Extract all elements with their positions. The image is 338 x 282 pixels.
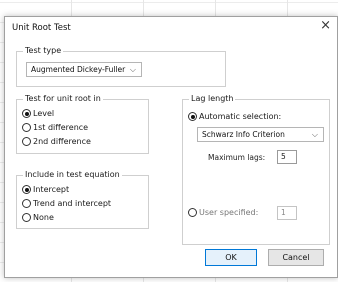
unit-root-test-dialog: Unit Root Test × Test type Augmented Dic… — [4, 16, 338, 278]
maximum-lags-input[interactable]: 5 — [277, 150, 297, 164]
criterion-value: Schwarz Info Criterion — [202, 130, 285, 139]
criterion-select[interactable]: Schwarz Info Criterion ⌵ — [197, 127, 324, 142]
dialog-title: Unit Root Test — [12, 23, 71, 33]
radio-trend-and-intercept[interactable]: Trend and intercept — [22, 199, 111, 210]
user-specified-lags-input[interactable]: 1 — [277, 206, 297, 220]
radio-1st-difference[interactable]: 1st difference — [22, 123, 88, 134]
radio-2nd-difference[interactable]: 2nd difference — [22, 137, 91, 148]
lag-length-label: Lag length — [189, 94, 236, 103]
radio-none[interactable]: None — [22, 213, 54, 224]
radio-button[interactable] — [22, 137, 31, 146]
radio-label: Level — [33, 109, 55, 118]
chevron-down-icon: ⌵ — [311, 130, 318, 139]
radio-label: Automatic selection: — [199, 112, 282, 121]
radio-label: 2nd difference — [33, 137, 91, 146]
test-type-value: Augmented Dickey-Fuller — [31, 65, 126, 74]
radio-label: Intercept — [33, 185, 70, 194]
radio-automatic-selection[interactable]: Automatic selection: — [188, 112, 281, 123]
radio-button[interactable] — [22, 213, 31, 222]
radio-label: None — [33, 213, 54, 222]
radio-user-specified[interactable]: User specified: — [188, 208, 258, 219]
radio-button[interactable] — [188, 112, 197, 121]
radio-level[interactable]: Level — [22, 109, 54, 120]
radio-label: Trend and intercept — [33, 199, 112, 208]
test-type-select[interactable]: Augmented Dickey-Fuller ⌵ — [26, 62, 142, 77]
cancel-button[interactable]: Cancel — [268, 249, 324, 266]
radio-button[interactable] — [22, 185, 31, 194]
include-in-equation-label: Include in test equation — [23, 170, 122, 179]
unit-root-in-group: Test for unit root in Level 1st differen… — [16, 94, 149, 154]
lag-length-group: Lag length Automatic selection: Schwarz … — [182, 94, 330, 245]
test-type-group: Test type Augmented Dickey-Fuller ⌵ — [16, 46, 226, 87]
radio-button[interactable] — [22, 199, 31, 208]
radio-button[interactable] — [188, 208, 197, 217]
radio-intercept[interactable]: Intercept — [22, 185, 69, 196]
unit-root-in-label: Test for unit root in — [23, 94, 103, 103]
radio-button[interactable] — [22, 109, 31, 118]
radio-label: 1st difference — [33, 123, 89, 132]
include-in-equation-group: Include in test equation Intercept Trend… — [16, 170, 149, 229]
close-icon[interactable]: × — [320, 18, 331, 34]
ok-button[interactable]: OK — [205, 249, 257, 266]
radio-label: User specified: — [199, 208, 259, 217]
maximum-lags-label: Maximum lags: — [208, 153, 266, 162]
test-type-label: Test type — [23, 46, 64, 55]
radio-button[interactable] — [22, 123, 31, 132]
chevron-down-icon: ⌵ — [129, 65, 136, 74]
